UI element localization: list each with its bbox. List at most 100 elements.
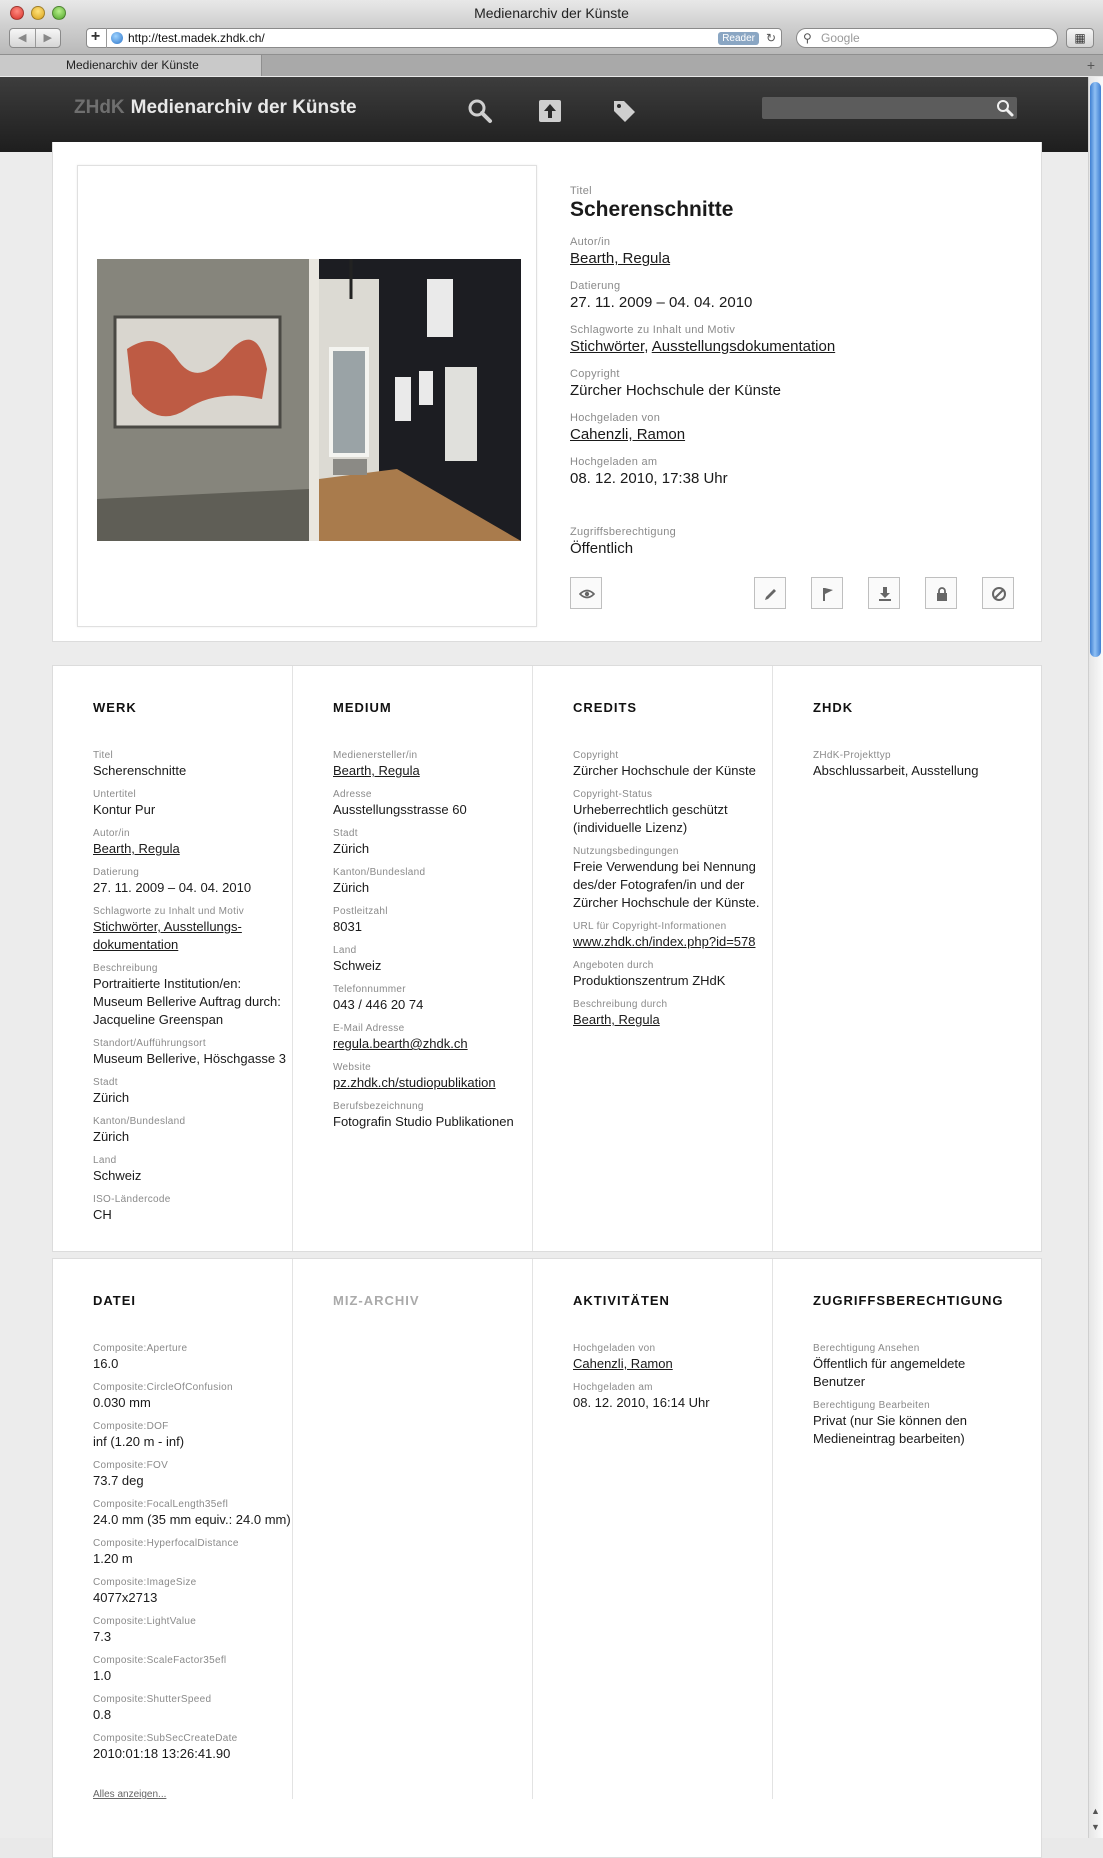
brand-short: ZHdK <box>74 97 125 118</box>
miz-column: MIZ-ARCHIV <box>293 1259 533 1799</box>
zugriff-column: ZUGRIFFSBERECHTIGUNG Berechtigung Ansehe… <box>773 1259 1013 1799</box>
field-link[interactable]: Stichwörter, Ausstellungs-dokumentation <box>93 919 242 952</box>
add-bookmark-button[interactable]: + <box>85 28 107 48</box>
field-label: Composite:LightValue <box>93 1616 197 1627</box>
web-search-input[interactable]: ⚲ Google <box>796 28 1058 48</box>
field-label: Kanton/Bundesland <box>333 867 426 878</box>
flag-button[interactable] <box>811 577 843 609</box>
delete-button[interactable] <box>982 577 1014 609</box>
field-value: Fotografin Studio Publikationen <box>333 1114 514 1129</box>
field-value: Kontur Pur <box>93 802 156 817</box>
field-link[interactable]: Bearth, Regula <box>333 763 420 778</box>
scroll-up-arrow[interactable]: ▲ <box>1091 1806 1100 1816</box>
field-value: Abschlussarbeit, Ausstellung <box>813 763 979 778</box>
new-tab-button[interactable]: + <box>1087 55 1095 76</box>
field-label: Nutzungsbedingungen <box>573 846 679 857</box>
keyword-link[interactable]: Ausstellungsdokumentation <box>652 338 835 355</box>
field-value: 24.0 mm (35 mm equiv.: 24.0 mm) <box>93 1512 291 1527</box>
access-label: Zugriffsberechtigung <box>570 526 677 538</box>
field-link[interactable]: Cahenzli, Ramon <box>573 1356 673 1371</box>
field-label: Stadt <box>333 828 358 839</box>
url-text[interactable]: http://test.madek.zhdk.ch/ <box>128 29 265 47</box>
field-link[interactable]: www.zhdk.ch/index.php?id=578 <box>573 934 755 949</box>
forward-button[interactable]: ▶ <box>34 29 61 47</box>
field-value: 08. 12. 2010, 16:14 Uhr <box>573 1395 710 1410</box>
preview-button[interactable] <box>570 577 602 609</box>
field-label: Titel <box>93 750 114 761</box>
access-value: Öffentlich <box>570 540 634 557</box>
medium-heading: MEDIUM <box>333 700 392 715</box>
miz-heading: MIZ-ARCHIV <box>333 1293 420 1308</box>
field-label: Telefonnummer <box>333 984 406 995</box>
field-value: 8031 <box>333 919 362 934</box>
field-link[interactable]: pz.zhdk.ch/studiopublikation <box>333 1075 496 1090</box>
field-value: Bearth, Regula <box>93 840 293 858</box>
minimize-window-button[interactable] <box>31 6 45 20</box>
field-value: Zürich <box>333 880 370 895</box>
field-value: Cahenzli, Ramon <box>573 1355 773 1373</box>
header-search-input[interactable] <box>762 97 1017 119</box>
uploaded-at-value: 08. 12. 2010, 17:38 Uhr <box>570 470 728 487</box>
field-value: inf (1.20 m - inf) <box>93 1434 185 1449</box>
uploader-link[interactable]: Cahenzli, Ramon <box>570 426 685 443</box>
entry-title: Scherenschnitte <box>570 198 734 221</box>
back-button[interactable]: ◀ <box>10 29 35 47</box>
tag-icon[interactable] <box>610 97 638 125</box>
field-value: 16.0 <box>93 1356 119 1371</box>
zugriff-fields: Berechtigung Ansehen Öffentlich für angem… <box>813 1343 1013 1457</box>
field-link[interactable]: Bearth, Regula <box>93 841 180 856</box>
field-value: Bearth, Regula <box>333 762 533 780</box>
eye-icon <box>579 589 595 599</box>
top-sites-button[interactable]: ▦ <box>1066 28 1094 48</box>
upload-icon[interactable] <box>536 97 564 125</box>
field-label: Land <box>93 1155 117 1166</box>
download-button[interactable] <box>868 577 900 609</box>
keyword-link[interactable]: Stichwörter <box>570 338 644 355</box>
search-icon[interactable] <box>466 97 494 125</box>
brand[interactable]: ZHdK Medienarchiv der Künste <box>74 97 357 119</box>
werk-column: WERK Titel Scherenschnitte Untertitel Kontu… <box>53 666 293 1251</box>
download-icon <box>879 587 891 601</box>
reader-button[interactable]: Reader <box>718 32 759 45</box>
field-link[interactable]: regula.bearth@zhdk.ch <box>333 1036 468 1051</box>
field-label: Composite:Aperture <box>93 1343 188 1354</box>
medium-column: MEDIUM Medienersteller/in Bearth, Regula A… <box>293 666 533 1251</box>
field-value: Zürich <box>333 841 370 856</box>
media-preview-image[interactable] <box>97 259 521 541</box>
credits-fields: Copyright Zürcher Hochschule der Künste Co… <box>573 750 773 1038</box>
field-link[interactable]: Bearth, Regula <box>573 1012 660 1027</box>
author-link[interactable]: Bearth, Regula <box>570 250 670 267</box>
permissions-button[interactable] <box>925 577 957 609</box>
scroll-down-arrow[interactable]: ▼ <box>1091 1822 1100 1832</box>
field-label: E-Mail Adresse <box>333 1023 405 1034</box>
datei-column: DATEI Composite:Aperture 16.0 Composite:Ci… <box>53 1259 293 1800</box>
datei-heading: DATEI <box>93 1293 137 1308</box>
copyright-value: Zürcher Hochschule der Künste <box>570 382 781 399</box>
detail-metadata-panel: WERK Titel Scherenschnitte Untertitel Kontu… <box>52 665 1042 1252</box>
zoom-window-button[interactable] <box>52 6 66 20</box>
address-bar[interactable]: + http://test.madek.zhdk.ch/ Reader ↻ <box>86 28 782 48</box>
field-label: Composite:CircleOfConfusion <box>93 1382 233 1393</box>
field-value: Zürich <box>93 1129 130 1144</box>
field-label: Untertitel <box>93 789 137 800</box>
field-label: URL für Copyright-Informationen <box>573 921 727 932</box>
technical-metadata-panel: DATEI Composite:Aperture 16.0 Composite:Ci… <box>52 1258 1042 1858</box>
edit-button[interactable] <box>754 577 786 609</box>
show-all-link[interactable]: Alles anzeigen... <box>93 1789 166 1800</box>
block-icon <box>992 587 1006 601</box>
field-value: 1.0 <box>93 1668 112 1683</box>
tab-active[interactable]: Medienarchiv der Künste <box>0 55 262 76</box>
reload-icon[interactable]: ↻ <box>766 29 776 47</box>
field-label: Composite:HyperfocalDistance <box>93 1538 239 1549</box>
field-label: Composite:ImageSize <box>93 1577 197 1588</box>
field-label: Berechtigung Bearbeiten <box>813 1400 930 1411</box>
scrollbar-thumb[interactable] <box>1090 82 1101 657</box>
browser-toolbar: ◀ ▶ + http://test.madek.zhdk.ch/ Reader … <box>0 26 1103 54</box>
zhdk-heading: ZHDK <box>813 700 854 715</box>
header-search-button[interactable] <box>995 98 1015 118</box>
field-value: Privat (nur Sie können den Medieneintrag… <box>813 1413 967 1446</box>
field-label: Hochgeladen am <box>573 1382 653 1393</box>
close-window-button[interactable] <box>10 6 24 20</box>
entry-summary-panel: Titel Scherenschnitte Autor/in Bearth, R… <box>52 142 1042 642</box>
aktivitaeten-fields: Hochgeladen von Cahenzli, Ramon Hochgelade… <box>573 1343 773 1421</box>
